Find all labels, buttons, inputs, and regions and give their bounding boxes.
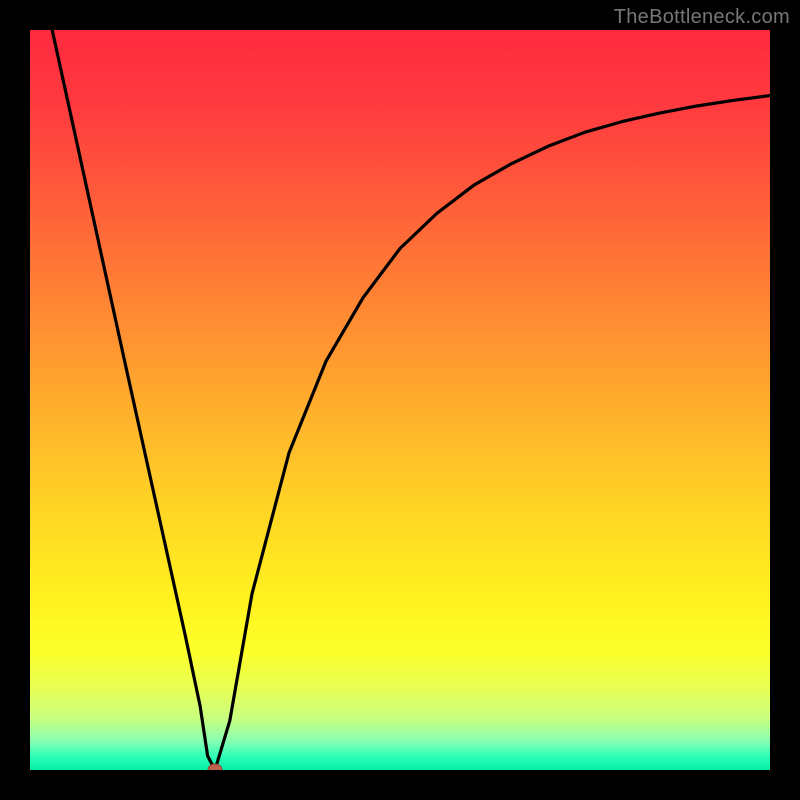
plot-area [30, 30, 770, 770]
chart-frame: TheBottleneck.com [0, 0, 800, 800]
curve-layer [30, 30, 770, 770]
minimum-marker-icon [208, 764, 222, 770]
watermark-text: TheBottleneck.com [614, 6, 790, 29]
bottleneck-curve [52, 30, 770, 770]
